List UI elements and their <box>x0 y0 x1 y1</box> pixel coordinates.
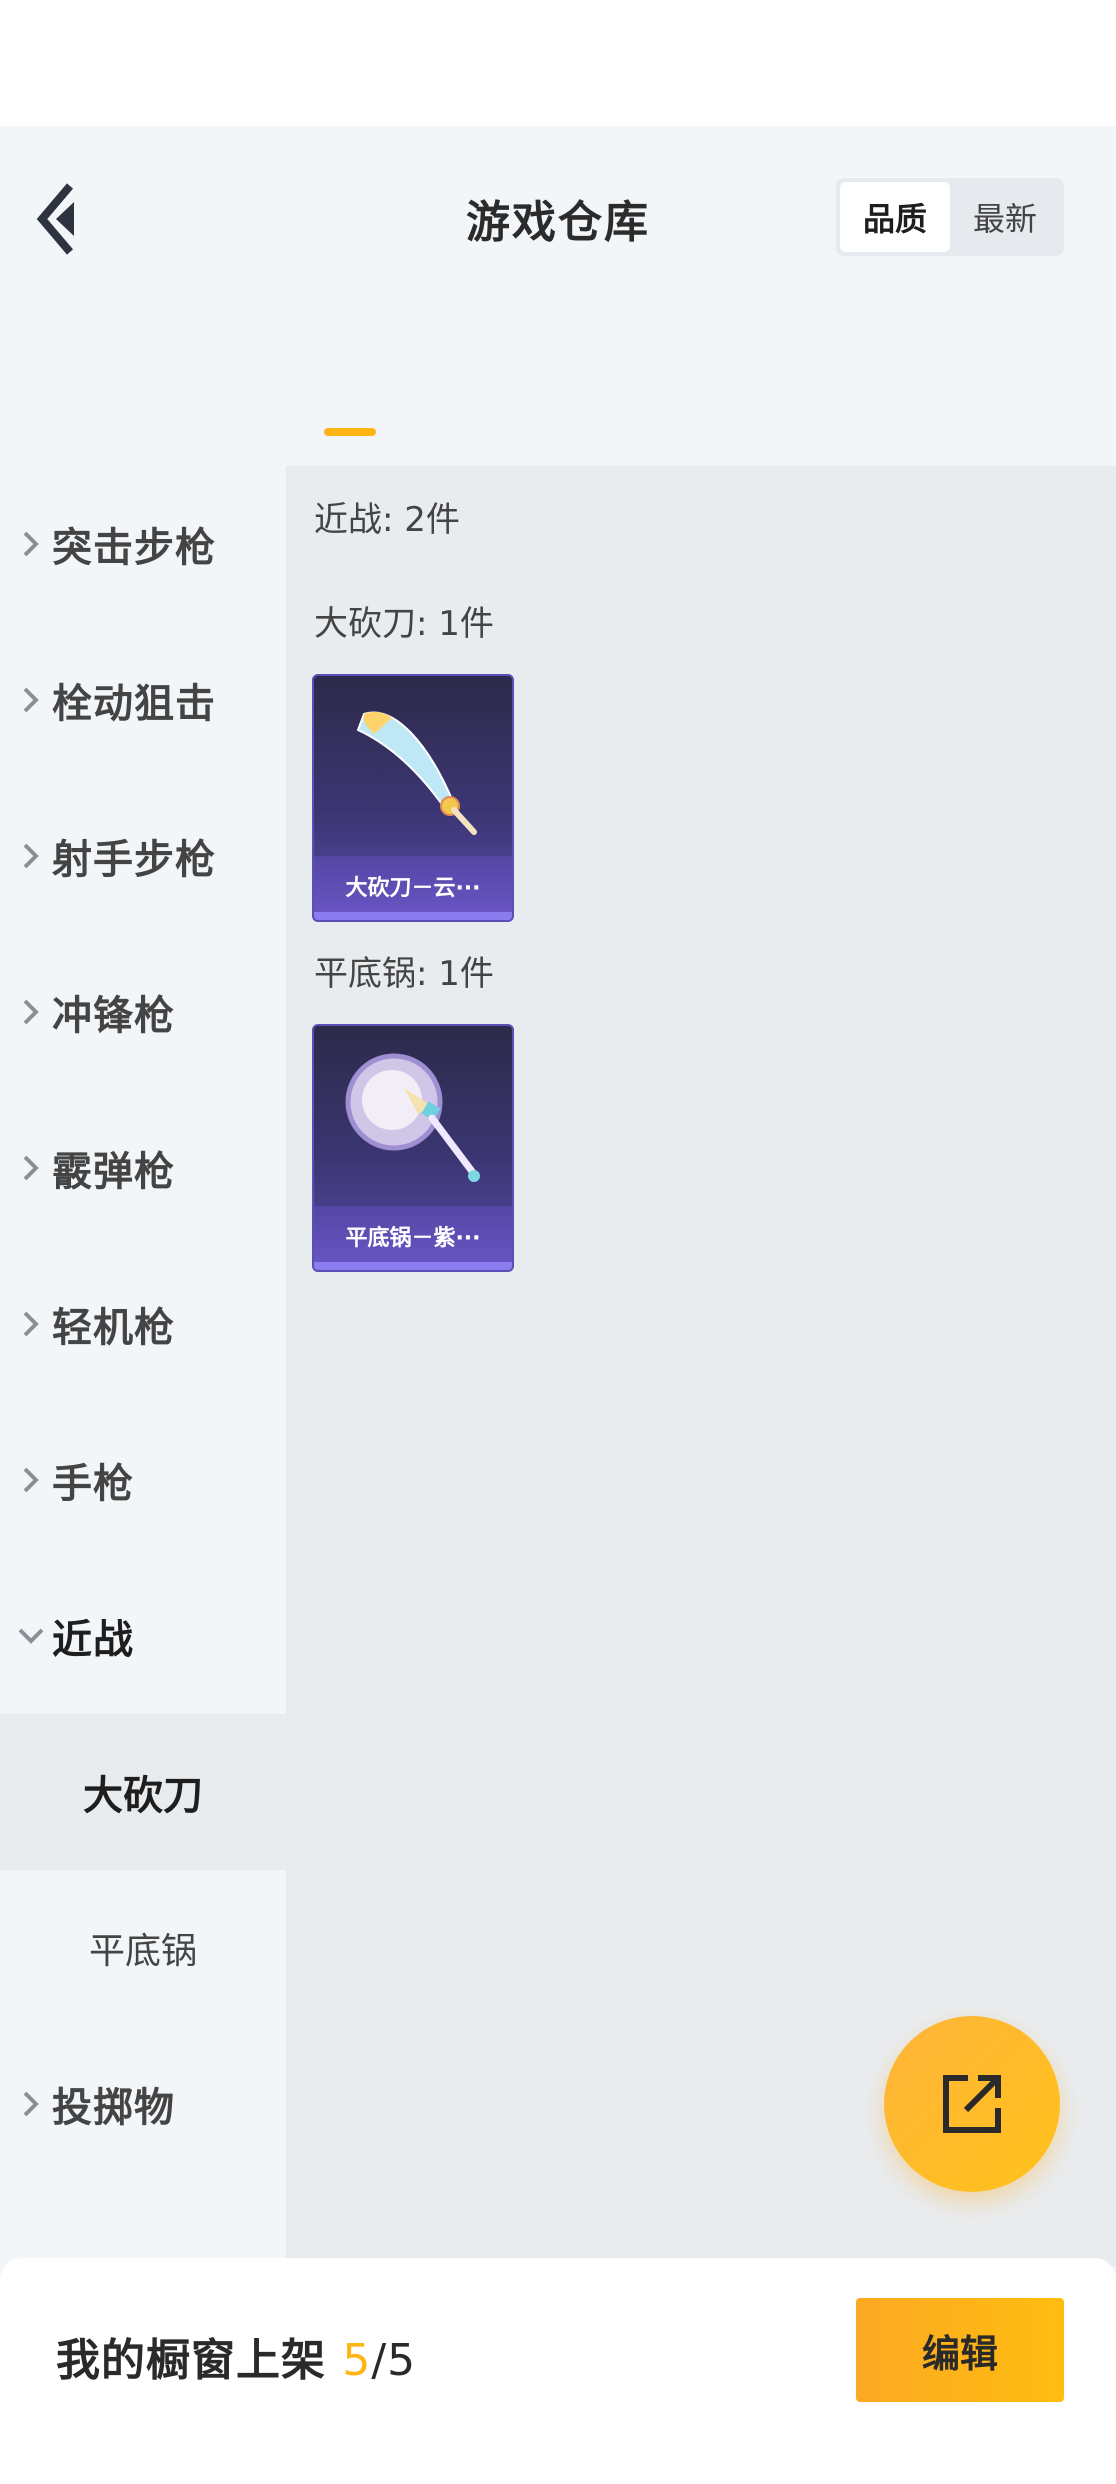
sidebar-subitem-machete[interactable]: 大砍刀 <box>0 1714 286 1870</box>
sidebar-item-label: 突击步枪 <box>52 525 216 571</box>
sidebar-item-label: 近战 <box>52 1617 134 1663</box>
share-icon <box>943 2075 1001 2133</box>
header: 游戏仓库 品质 最新 <box>0 126 1116 306</box>
chevron-right-icon <box>0 1465 48 1495</box>
sidebar-item-melee[interactable]: 近战 <box>0 1558 286 1714</box>
sidebar-item-label: 霰弹枪 <box>52 1149 175 1195</box>
active-tab-indicator <box>324 428 376 436</box>
sidebar-item-bolt-sniper[interactable]: 栓动狙击 <box>0 622 286 778</box>
item-card[interactable]: 平底锅－紫··· <box>312 1024 514 1272</box>
frying-pan-icon <box>345 1053 480 1182</box>
edit-button[interactable]: 编辑 <box>856 2298 1064 2402</box>
sidebar-item-label: 冲锋枪 <box>52 993 175 1039</box>
showcase-status: 我的橱窗上架 5/5 <box>56 2324 416 2388</box>
showcase-label: 我的橱窗上架 <box>56 2335 343 2386</box>
chevron-right-icon <box>0 1309 48 1339</box>
chevron-down-icon <box>0 1625 48 1647</box>
rarity-strip <box>314 1262 512 1270</box>
item-content-area: 近战: 2件 大砍刀: 1件 大砍刀－云··· 平底锅: 1件 平底锅－紫··· <box>286 466 1116 2266</box>
chevron-right-icon <box>0 529 48 559</box>
bottom-bar: 我的橱窗上架 5/5 编辑 <box>0 2258 1116 2484</box>
rarity-strip <box>314 912 512 920</box>
item-card[interactable]: 大砍刀－云··· <box>312 674 514 922</box>
section-title: 大砍刀: 1件 <box>314 604 494 644</box>
chevron-right-icon <box>0 2089 48 2119</box>
item-name: 平底锅－紫··· <box>345 1226 481 1251</box>
status-bar <box>0 0 1116 126</box>
showcase-used-count: 5 <box>342 2335 372 2386</box>
share-button[interactable] <box>884 2016 1060 2192</box>
sidebar-item-throwables[interactable]: 投掷物 <box>0 2026 286 2182</box>
sidebar-item-lmg[interactable]: 轻机枪 <box>0 1246 286 1402</box>
sidebar-item-assault-rifle[interactable]: 突击步枪 <box>0 466 286 622</box>
machete-icon <box>356 711 477 835</box>
sidebar-item-label: 栓动狙击 <box>52 681 216 727</box>
chevron-right-icon <box>0 841 48 871</box>
sidebar-item-smg[interactable]: 冲锋枪 <box>0 934 286 1090</box>
sidebar-item-pistol[interactable]: 手枪 <box>0 1402 286 1558</box>
sidebar-item-label: 轻机枪 <box>52 1305 175 1351</box>
chevron-right-icon <box>0 1153 48 1183</box>
showcase-total-count: /5 <box>371 2335 417 2386</box>
sidebar-item-label: 射手步枪 <box>52 837 216 883</box>
sort-quality-button[interactable]: 品质 <box>840 182 950 252</box>
category-tabs: 时装165 枪械66 装备64 载具0 战备58 <box>0 326 1116 538</box>
sort-toggle: 品质 最新 <box>836 178 1064 256</box>
group-title: 近战: 2件 <box>314 500 460 540</box>
subcategory-sidebar: 突击步枪 栓动狙击 射手步枪 冲锋枪 霰弹枪 轻机枪 手枪 近战 大砍刀 平底锅… <box>0 466 286 2266</box>
chevron-right-icon <box>0 997 48 1027</box>
section-title: 平底锅: 1件 <box>314 954 494 994</box>
sidebar-subitem-label: 大砍刀 <box>83 1773 203 1819</box>
sidebar-item-label: 投掷物 <box>52 2085 175 2131</box>
sidebar-subitem-frying-pan[interactable]: 平底锅 <box>0 1870 286 2026</box>
chevron-right-icon <box>0 685 48 715</box>
sidebar-item-label: 手枪 <box>52 1461 134 1507</box>
warehouse-page: 游戏仓库 品质 最新 时装165 枪械66 装备64 载具0 战备58 突击步枪 <box>0 126 1116 2484</box>
sidebar-item-shotgun[interactable]: 霰弹枪 <box>0 1090 286 1246</box>
sidebar-subitem-label: 平底锅 <box>88 1931 197 1972</box>
item-name: 大砍刀－云··· <box>345 876 481 901</box>
sort-newest-button[interactable]: 最新 <box>950 182 1060 252</box>
sidebar-item-marksman-rifle[interactable]: 射手步枪 <box>0 778 286 934</box>
